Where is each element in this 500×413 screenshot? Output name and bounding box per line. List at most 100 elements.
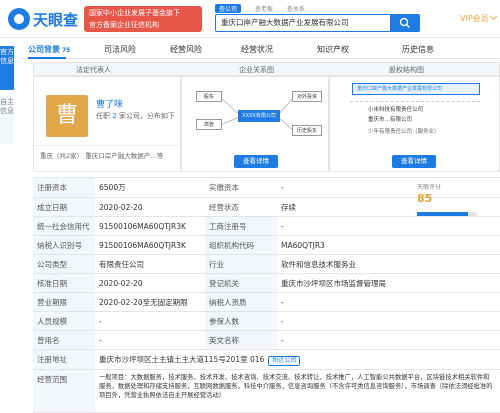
- related-companies[interactable]: 重庆（共2家） 重庆口岸产融大数据产…等: [34, 145, 180, 164]
- value-former-name: -: [99, 336, 102, 345]
- score-bar: [417, 212, 477, 216]
- label-former-name: 曾用名: [33, 331, 95, 349]
- label-staff-size: 人员规模: [33, 312, 95, 330]
- tab-label: 司法风险: [104, 45, 136, 54]
- banner-line-1: 国家中小企业发展子基金旗下: [89, 9, 180, 17]
- sidebar-tab-official[interactable]: 官方信息: [0, 46, 14, 90]
- table-row: 核准日期 2020-02-20 登记机关 重庆市沙坪坝区市场监督管理局: [33, 273, 500, 292]
- tab-company-background[interactable]: 公司背景 75: [28, 44, 70, 55]
- score-label: 天眼评分: [417, 184, 442, 191]
- value-status: 存续: [281, 203, 296, 212]
- equity-graph-card[interactable]: 重庆口岸产融大数据产业发展有限公司 小米科技有限责任公司 重庆市…有限公司 少年…: [329, 76, 500, 172]
- view-equity-button[interactable]: 查看详情: [392, 155, 436, 168]
- value-founded: 2020-02-20: [99, 203, 143, 212]
- tab-label: 经营风险: [170, 45, 202, 54]
- search-tab-boss[interactable]: 查老板: [255, 4, 273, 13]
- nearby-companies-button[interactable]: 附近公司: [268, 356, 301, 366]
- equity-row-3: 少年有限责任公司（服务业）: [368, 129, 440, 135]
- score-fill: [417, 212, 468, 216]
- search-button[interactable]: [390, 14, 420, 32]
- value-english-name: -: [281, 336, 284, 345]
- value-credit-code: 91500106MA60QTJR3K: [99, 222, 186, 231]
- tianyan-score[interactable]: 天眼评分 85: [411, 178, 499, 224]
- label-founded: 成立日期: [33, 198, 95, 216]
- label-org-code: 组织机构代码: [205, 236, 277, 254]
- chevron-down-icon: [489, 12, 497, 21]
- summary-prefix: 任职: [96, 112, 110, 120]
- search-type-tabs: 查公司 查老板 查关系: [215, 4, 317, 13]
- value-staff-size: -: [99, 317, 102, 326]
- vip-menu[interactable]: VIP会员: [460, 12, 497, 24]
- value-registry: 重庆市沙坪坝区市场监督管理局: [281, 279, 386, 288]
- table-row: 注册地址 重庆市沙坪坝区土主镇土主大道115号201室 016 附近公司: [33, 349, 500, 369]
- value-reg-number: -: [281, 222, 284, 231]
- sidebar-tab-self[interactable]: 自主信息: [0, 96, 14, 144]
- label-insured: 参保人数: [205, 312, 277, 330]
- search-tab-relation[interactable]: 查关系: [287, 4, 305, 13]
- address-cell: 重庆市沙坪坝区土主镇土主大道115号201室 016 附近公司: [95, 350, 499, 369]
- top-header: 天眼查 国家中小企业发展子基金旗下 官方备案企业征信机构 查公司 查老板 查关系…: [0, 0, 500, 38]
- table-row: 公司类型 有限责任公司 行业 软件和信息技术服务业: [33, 254, 500, 273]
- value-taxpayer-id: 91500106MA60QTJR3K: [99, 241, 186, 250]
- table-row: 曾用名 - 英文名称 -: [33, 330, 500, 349]
- node-shareholder: 股东: [196, 91, 222, 102]
- site-logo[interactable]: 天眼查: [8, 7, 80, 31]
- promo-banner[interactable]: 国家中小企业发展子基金旗下 官方备案企业征信机构: [84, 6, 202, 32]
- tab-ip[interactable]: 知识产权: [317, 44, 349, 55]
- value-paid-capital: -: [281, 183, 284, 192]
- value-term: 2020-02-20至无固定期限: [99, 298, 188, 307]
- view-relation-button[interactable]: 查看详情: [234, 155, 278, 168]
- active-tab-underline: [28, 57, 66, 59]
- label-taxpayer-qual: 纳税人资质: [205, 293, 277, 311]
- value-org-code: MA60QTJR3: [281, 241, 325, 250]
- vip-label: VIP会员: [460, 14, 489, 23]
- overview-header-strip: 法定代表人 企业关系图 股权结构图: [33, 62, 500, 76]
- equity-divider: [350, 101, 480, 102]
- node-history-shareholder: 历史股东: [292, 125, 322, 136]
- node-investment: 对外投资: [292, 91, 322, 102]
- label-industry: 行业: [205, 255, 277, 273]
- label-credit-code: 统一社会信用代码: [33, 217, 95, 235]
- label-taxpayer-id: 纳税人识别号: [33, 236, 95, 254]
- tab-label: 历史信息: [402, 45, 434, 54]
- label-scope: 经营范围: [33, 370, 95, 412]
- tab-operation-risk[interactable]: 经营风险: [170, 44, 202, 55]
- tab-label: 知识产权: [317, 45, 349, 54]
- table-row: 人员规模 - 参保人数 -: [33, 311, 500, 330]
- search-input[interactable]: 重庆口岸产融大数据产业发展有限公司: [215, 14, 391, 32]
- tab-judicial-risk[interactable]: 司法风险: [104, 44, 136, 55]
- value-company-type: 有限责任公司: [99, 260, 144, 269]
- search-icon: [399, 17, 410, 28]
- label-registry: 登记机关: [205, 274, 277, 292]
- value-taxpayer-qual: -: [281, 298, 284, 307]
- relation-graph-card[interactable]: 股东 高管 XXXX有限公司 对外投资 历史股东 查看详情: [181, 76, 329, 172]
- left-sidebar: 官方信息 自主信息: [0, 38, 14, 413]
- table-row: 营业期限 2020-02-20至无固定期限 纳税人资质 -: [33, 292, 500, 311]
- summary-suffix: 家公司，分布如下: [118, 112, 175, 120]
- table-row: 纳税人识别号 91500106MA60QTJR3K 组织机构代码 MA60QTJ…: [33, 235, 500, 254]
- node-center-company: XXXX有限公司: [238, 110, 280, 122]
- eye-icon: [8, 8, 30, 30]
- value-address: 重庆市沙坪坝区土主镇土主大道115号201室 016: [99, 355, 265, 364]
- value-industry: 软件和信息技术服务业: [281, 260, 356, 269]
- equity-graph-heading: 股权结构图: [389, 66, 424, 74]
- logo-text: 天眼查: [33, 11, 79, 29]
- legal-rep-summary: 任职 2 家公司，分布如下: [96, 111, 175, 121]
- relation-graph-heading: 企业关系图: [239, 66, 274, 74]
- tab-operation-status[interactable]: 经营状况: [241, 44, 273, 55]
- label-status: 经营状态: [205, 198, 277, 216]
- equity-row-1: 小米科技有限责任公司: [368, 107, 424, 113]
- tab-label: 经营状况: [241, 45, 273, 54]
- label-reg-number: 工商注册号: [205, 217, 277, 235]
- label-paid-capital: 实缴资本: [205, 178, 277, 197]
- tab-label: 公司背景: [28, 45, 60, 54]
- legal-rep-name[interactable]: 曹了咪: [96, 97, 123, 110]
- tab-history[interactable]: 历史信息: [402, 44, 434, 55]
- node-executive: 高管: [196, 119, 222, 130]
- label-company-type: 公司类型: [33, 255, 95, 273]
- table-row: 经营范围 一般项目：大数据服务，技术服务、技术开发、技术咨询、技术交流、技术转让…: [33, 369, 500, 413]
- company-count[interactable]: 2: [112, 112, 116, 120]
- legal-rep-heading: 法定代表人: [76, 66, 111, 74]
- value-scope: 一般项目：大数据服务，技术服务、技术开发、技术咨询、技术交流、技术转让、技术推广…: [99, 374, 493, 399]
- search-tab-company[interactable]: 查公司: [215, 4, 242, 13]
